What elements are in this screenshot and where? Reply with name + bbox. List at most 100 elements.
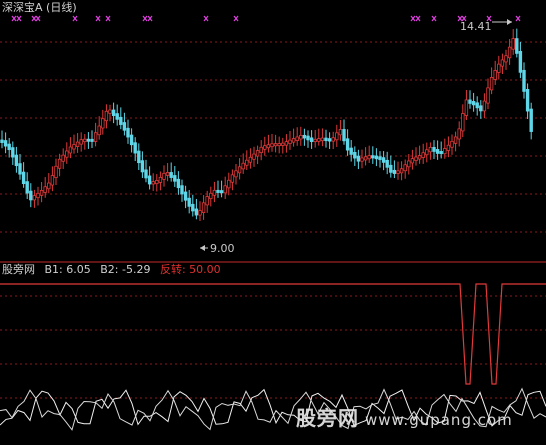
candle-body [187,197,191,207]
candle-body [133,142,137,154]
candle-body [407,160,411,168]
candle-body [180,185,184,195]
candle-body [230,174,235,183]
reversal-line [0,283,546,385]
candle-body [338,129,343,136]
candle-body [54,165,58,178]
high-price-label: 14.41 [460,20,492,33]
candle-body [0,139,4,143]
candle-body [306,135,310,141]
candle-body [227,179,231,189]
indicator-b2-value: B2: -5.29 [100,263,151,276]
candle-body [410,158,415,164]
candle-body [137,150,141,164]
candle-body [155,180,159,185]
candle-body [39,189,44,196]
candle-body [299,134,303,140]
candle-body [3,140,8,147]
candle-body [371,155,375,159]
kline-chart-canvas[interactable] [0,0,546,445]
candle-body [414,156,418,162]
candle-body [216,189,220,193]
candle-body [356,155,361,162]
candle-body [288,139,292,145]
candle-body [108,109,112,114]
candle-body [75,141,80,147]
low-arrowhead [200,245,205,251]
candle-body [464,99,469,116]
candle-body [25,181,29,194]
candle-body [453,136,458,144]
candle-body [194,208,199,216]
candle-body [86,138,91,142]
stock-title: 深深宝A (日线) [2,1,77,14]
candle-body [158,176,163,183]
candle-body [43,186,47,193]
candle-body [97,125,101,136]
candle-body [515,38,519,54]
candle-body [497,63,501,73]
candle-body [378,156,382,161]
candle-body [90,138,94,142]
high-arrowhead [507,19,512,25]
candle-body [237,166,242,174]
candle-body [443,148,447,155]
candle-body [126,127,130,138]
candle-body [399,168,404,174]
candle-body [119,116,123,125]
candle-body [529,108,533,132]
candle-body [151,181,155,185]
candle-body [421,152,425,158]
candle-body [493,70,497,80]
candle-body [129,134,134,146]
candle-body [428,146,433,153]
candle-body [396,170,400,174]
candle-body [198,210,202,216]
watermark-url: www.gupang.com [365,411,513,429]
candle-body [219,190,224,194]
candle-body [284,141,289,146]
candle-body [263,145,267,150]
candle-body [11,147,15,158]
candle-body [104,110,109,122]
reversal-signal-line [0,283,546,385]
candle-body [93,132,98,142]
candle-body [234,170,238,178]
candle-body [79,139,83,145]
candle-body [327,138,332,142]
candle-body [425,149,429,156]
candle-body [345,138,350,151]
candle-body [504,55,508,63]
candle-body [320,137,325,142]
indicator-name[interactable]: 股旁网 [2,263,35,276]
candle-body [475,102,479,109]
candle-body [389,164,393,173]
candle-body [432,146,436,152]
candle-body [439,151,443,155]
candle-body [511,38,515,50]
low-price-label: 9.00 [210,242,235,255]
candle-body [122,122,127,131]
watermark: 股旁网 www.gupang.com [296,402,513,431]
candle-body [252,153,256,160]
candle-body [489,77,494,91]
candle-body [317,138,321,142]
candle-body [162,172,166,180]
candle-body [331,137,335,142]
candle-body [47,182,51,190]
candle-body [72,144,76,150]
candle-body [273,143,278,147]
candle-body [353,151,357,159]
candle-body [169,172,173,178]
candle-body [417,155,422,160]
candle-body [392,169,397,174]
candle-body [191,203,195,212]
candle-body [61,154,65,162]
candle-body [259,146,263,154]
candle-body [165,172,170,176]
candle-body [349,147,353,155]
candle-body [173,175,177,182]
candle-body [309,137,314,142]
candle-body [295,136,299,141]
candle-body [381,157,386,163]
